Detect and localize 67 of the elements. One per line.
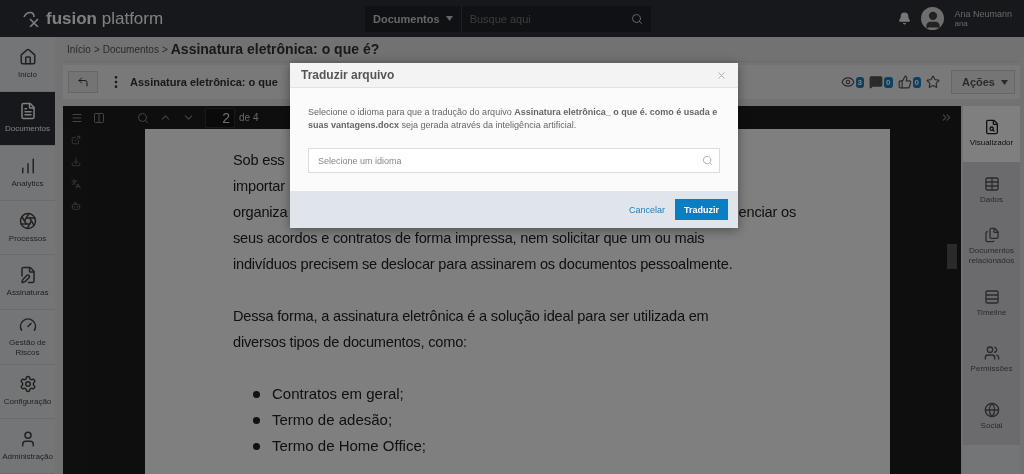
document-text: Termo de Home Office; [272, 436, 426, 456]
panel-tab[interactable]: Visualizador [963, 106, 1020, 163]
logo-icon [22, 10, 42, 27]
document-text: importar [233, 177, 285, 196]
menu-icon[interactable] [71, 111, 83, 124]
counter[interactable]: 3 [840, 75, 865, 89]
dialog-title: Traduzir arquivo [301, 68, 395, 82]
robot-icon[interactable] [70, 201, 81, 211]
page-total: de 4 [239, 112, 259, 123]
close-icon[interactable] [716, 69, 727, 81]
language-select-field[interactable]: Selecione um idioma [308, 148, 720, 173]
download-icon[interactable] [70, 157, 81, 167]
translate-icon[interactable] [70, 179, 81, 189]
back-button[interactable] [68, 71, 98, 93]
breadcrumb-link[interactable]: Início [67, 43, 91, 55]
breadcrumb-separator: > [93, 43, 100, 55]
document-title: Assinatura eletrônica: o que [130, 76, 278, 88]
bullet-icon [253, 390, 260, 398]
search-icon[interactable] [631, 12, 643, 25]
gauge-icon [18, 315, 37, 334]
user-login: ana [954, 18, 969, 29]
home-icon [18, 47, 37, 66]
user-name: Ana Neumann [954, 8, 1012, 19]
document-text: indivíduos precisem se deslocar para assinarem os documentos pessoalmente. [233, 255, 733, 274]
panel-tab[interactable]: Social [963, 388, 1020, 445]
documents-icon [983, 227, 1000, 244]
bullet-icon [253, 416, 260, 424]
rows-icon [983, 288, 1000, 305]
page-number-field[interactable]: 2 [205, 107, 235, 128]
sidebar-item[interactable]: Documentos [0, 91, 55, 147]
breadcrumb-separator: > [161, 43, 168, 55]
pen-document-icon [18, 266, 37, 285]
globe-icon [983, 401, 1000, 418]
dialog-message: Selecione o idioma para que a tradução do arquivo Assinatura eletrônica_ o que é. como é usada e suas vantagens.docx seja gerada através da inteligência artificial. [308, 106, 719, 132]
search-icon [702, 155, 713, 166]
translate-button[interactable]: Traduzir [675, 199, 728, 220]
expand-icon[interactable] [940, 111, 953, 124]
document-text: diversos tipos de documentos, como: [233, 333, 467, 352]
document-text: Sob ess [233, 151, 285, 170]
gears-icon [18, 375, 37, 394]
open-icon[interactable] [70, 135, 81, 145]
actions-button[interactable]: Ações [950, 70, 1015, 94]
avatar[interactable] [921, 7, 945, 30]
document-text: organiza [233, 203, 288, 222]
caret-icon [1001, 79, 1008, 85]
search-icon[interactable] [137, 111, 149, 124]
caret-icon [445, 16, 453, 21]
cancel-link[interactable]: Cancelar [628, 204, 665, 215]
document-text: Contratos em geral; [272, 384, 404, 404]
document-text: Dessa forma, a assinatura eletrônica é a solução ideal para ser utilizada em [233, 307, 709, 326]
breadcrumb-current: Assinatura eletrônica: o que é? [170, 41, 380, 57]
star-icon[interactable] [925, 75, 940, 89]
scope-dropdown[interactable]: Documentos [365, 5, 462, 32]
document-icon [18, 102, 37, 121]
return-arrow-icon [77, 76, 89, 88]
aperture-icon [18, 211, 37, 230]
document-eye-icon [983, 119, 1000, 136]
logo-text: fusion platform [46, 8, 164, 29]
document-text: Termo de adesão; [272, 410, 393, 430]
table-icon [983, 175, 1000, 192]
bullet-icon [253, 442, 260, 450]
document-text: seus acordos e contratos de forma impressa, nem solicitar que um ou mais [233, 229, 705, 248]
breadcrumb-link[interactable]: Documentos [102, 43, 159, 55]
bell-icon[interactable] [898, 12, 912, 25]
users-icon [983, 345, 1000, 362]
sidebar-toggle-icon[interactable] [93, 111, 105, 124]
document-text: enciar os [738, 203, 796, 222]
